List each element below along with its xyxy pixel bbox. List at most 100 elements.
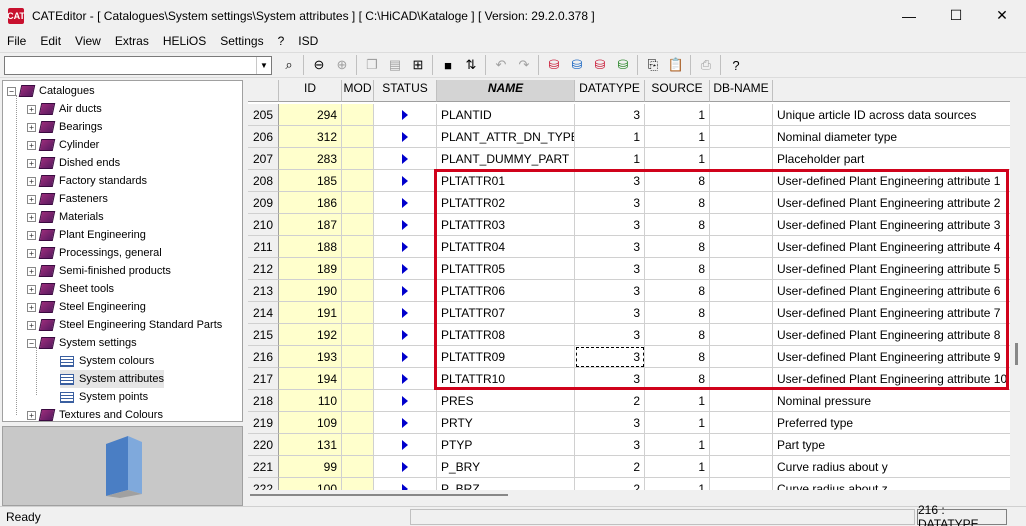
desc-cell[interactable]: Placeholder part: [773, 148, 1018, 170]
row-header[interactable]: 210: [248, 214, 279, 236]
chevron-down-icon[interactable]: ▼: [256, 56, 271, 74]
copy-icon[interactable]: ⎘: [642, 54, 664, 76]
mod-cell[interactable]: [342, 390, 374, 412]
name-cell[interactable]: PLTATTR02: [437, 192, 575, 214]
expand-icon[interactable]: +: [27, 266, 36, 276]
datatype-cell[interactable]: 3: [575, 346, 645, 368]
status-arrow-cell[interactable]: [374, 192, 437, 214]
expand-icon[interactable]: +: [27, 122, 36, 132]
expand-icon[interactable]: +: [27, 176, 36, 186]
row-header[interactable]: 221: [248, 456, 279, 478]
tree-item[interactable]: + Steel Engineering Standard Parts: [27, 316, 222, 334]
status-arrow-cell[interactable]: [374, 456, 437, 478]
catalogue-tree[interactable]: − Catalogues + Air ducts + Bearings + Cylin…: [2, 80, 243, 422]
mod-cell[interactable]: [342, 214, 374, 236]
datatype-cell[interactable]: 1: [575, 148, 645, 170]
db-name-cell[interactable]: [710, 126, 773, 148]
row-header[interactable]: 215: [248, 324, 279, 346]
row-header[interactable]: 220: [248, 434, 279, 456]
tree-item-system-settings[interactable]: − System settings: [27, 334, 137, 352]
vertical-scroll-thumb[interactable]: [1015, 343, 1018, 365]
name-cell[interactable]: PLTATTR08: [437, 324, 575, 346]
desc-cell[interactable]: Preferred type: [773, 412, 1018, 434]
db-add-icon[interactable]: ⛁: [543, 54, 565, 76]
forward-icon[interactable]: ⊕: [331, 54, 353, 76]
attributes-grid[interactable]: ID MOD STATUS NAME DATATYPE SOURCE DB-NAME 205 2…: [248, 80, 1018, 500]
status-arrow-cell[interactable]: [374, 148, 437, 170]
db-name-cell[interactable]: [710, 346, 773, 368]
name-cell[interactable]: P_BRY: [437, 456, 575, 478]
id-cell[interactable]: 190: [279, 280, 342, 302]
db-name-cell[interactable]: [710, 236, 773, 258]
source-cell[interactable]: 1: [645, 126, 710, 148]
search-combo[interactable]: ▼: [4, 55, 272, 75]
expand-icon[interactable]: +: [27, 230, 36, 240]
expand-icon[interactable]: +: [27, 212, 36, 222]
help-icon[interactable]: ?: [725, 54, 747, 76]
name-cell[interactable]: PLTATTR01: [437, 170, 575, 192]
mod-cell[interactable]: [342, 258, 374, 280]
row-header[interactable]: 205: [248, 104, 279, 126]
status-arrow-cell[interactable]: [374, 104, 437, 126]
row-header[interactable]: 217: [248, 368, 279, 390]
status-arrow-cell[interactable]: [374, 346, 437, 368]
tree-item[interactable]: + Materials: [27, 208, 104, 226]
desc-cell[interactable]: User-defined Plant Engineering attribute…: [773, 214, 1018, 236]
status-arrow-cell[interactable]: [374, 390, 437, 412]
db-name-cell[interactable]: [710, 280, 773, 302]
name-cell[interactable]: PLANT_ATTR_DN_TYPE: [437, 126, 575, 148]
tree-item[interactable]: + Factory standards: [27, 172, 147, 190]
tree-item[interactable]: + Steel Engineering: [27, 298, 146, 316]
redo-icon[interactable]: ↷: [513, 54, 535, 76]
doc-icon[interactable]: ▤: [384, 54, 406, 76]
source-cell[interactable]: 1: [645, 456, 710, 478]
name-cell[interactable]: PLTATTR03: [437, 214, 575, 236]
row-header[interactable]: 218: [248, 390, 279, 412]
db-name-cell[interactable]: [710, 434, 773, 456]
row-header[interactable]: 207: [248, 148, 279, 170]
desc-cell[interactable]: Curve radius about y: [773, 456, 1018, 478]
tree-item[interactable]: + Sheet tools: [27, 280, 114, 298]
source-cell[interactable]: 8: [645, 258, 710, 280]
close-button[interactable]: ✕: [979, 0, 1025, 31]
db-name-cell[interactable]: [710, 170, 773, 192]
mod-cell[interactable]: [342, 148, 374, 170]
print-icon[interactable]: ⎙: [695, 54, 717, 76]
tree-item[interactable]: + Textures and Colours: [27, 406, 163, 421]
source-cell[interactable]: 8: [645, 214, 710, 236]
status-arrow-cell[interactable]: [374, 236, 437, 258]
tree-item[interactable]: + Processings, general: [27, 244, 162, 262]
mod-cell[interactable]: [342, 434, 374, 456]
menu-help[interactable]: ?: [271, 34, 292, 48]
id-cell[interactable]: 186: [279, 192, 342, 214]
desc-cell[interactable]: Nominal pressure: [773, 390, 1018, 412]
db-name-cell[interactable]: [710, 412, 773, 434]
id-cell[interactable]: 131: [279, 434, 342, 456]
datatype-cell[interactable]: 3: [575, 434, 645, 456]
menu-view[interactable]: View: [68, 34, 108, 48]
row-header[interactable]: 206: [248, 126, 279, 148]
status-arrow-cell[interactable]: [374, 258, 437, 280]
horizontal-scroll-thumb[interactable]: [250, 494, 508, 496]
tree-item[interactable]: + Semi-finished products: [27, 262, 171, 280]
db-name-cell[interactable]: [710, 302, 773, 324]
row-header[interactable]: 209: [248, 192, 279, 214]
expand-icon[interactable]: +: [27, 320, 36, 330]
name-cell[interactable]: PLTATTR09: [437, 346, 575, 368]
desc-cell[interactable]: Nominal diameter type: [773, 126, 1018, 148]
expand-icon[interactable]: +: [27, 248, 36, 258]
minimize-button[interactable]: —: [886, 0, 932, 31]
id-cell[interactable]: 193: [279, 346, 342, 368]
name-cell[interactable]: PLTATTR06: [437, 280, 575, 302]
db-name-cell[interactable]: [710, 324, 773, 346]
name-cell[interactable]: PLTATTR07: [437, 302, 575, 324]
menu-file[interactable]: File: [0, 34, 33, 48]
mod-cell[interactable]: [342, 302, 374, 324]
db-insert-icon[interactable]: ⛁: [589, 54, 611, 76]
id-cell[interactable]: 109: [279, 412, 342, 434]
source-cell[interactable]: 8: [645, 324, 710, 346]
tree-item[interactable]: + Air ducts: [27, 100, 102, 118]
datatype-cell[interactable]: 3: [575, 192, 645, 214]
source-cell[interactable]: 1: [645, 412, 710, 434]
row-header[interactable]: 208: [248, 170, 279, 192]
